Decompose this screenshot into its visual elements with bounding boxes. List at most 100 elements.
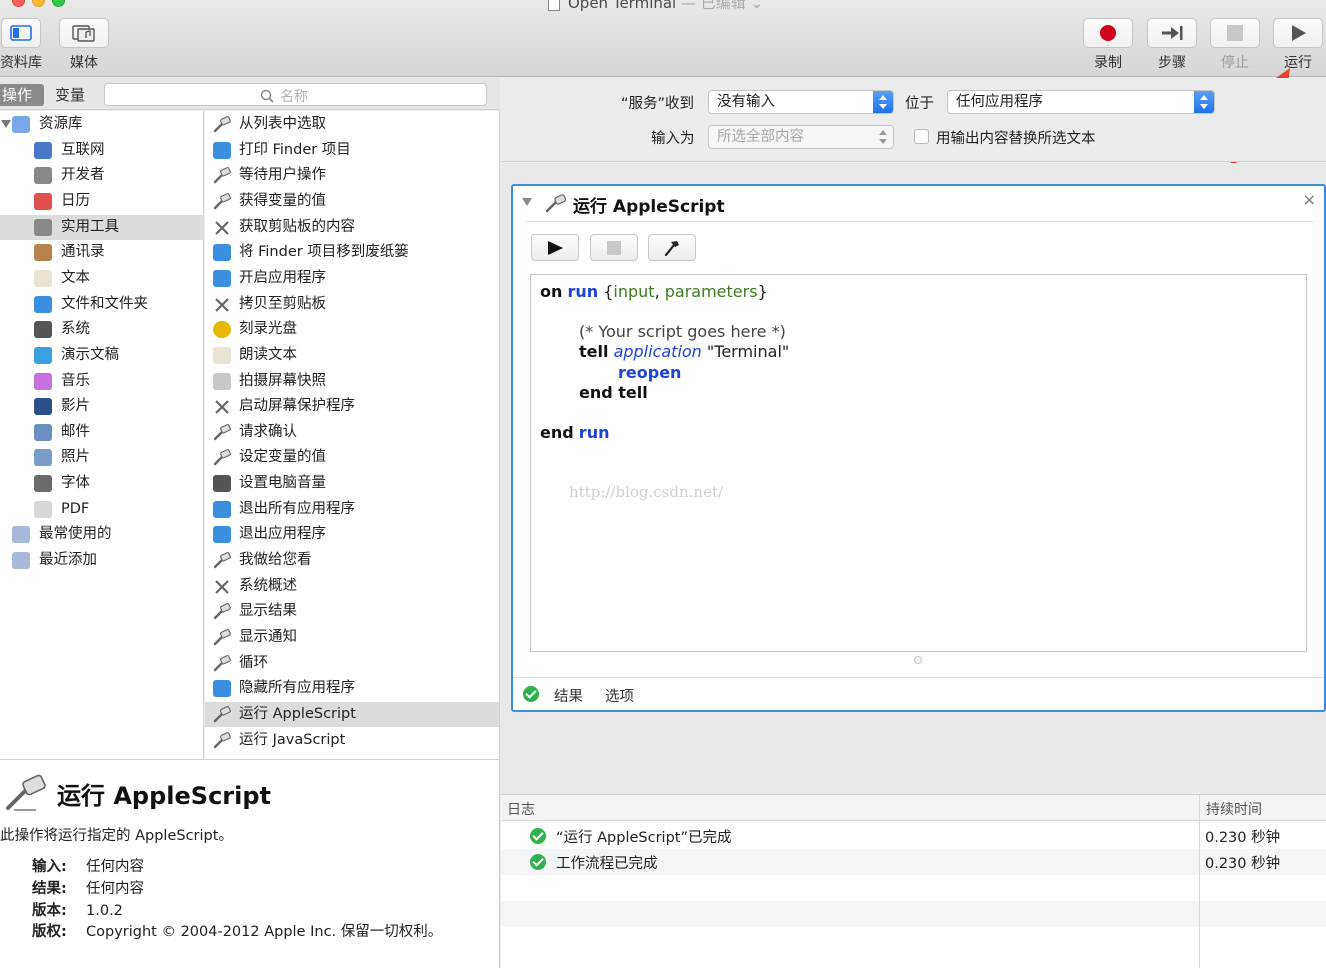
presentation-icon <box>34 346 52 364</box>
log-row[interactable]: 工作流程已完成 0.230 秒钟 <box>501 849 1326 875</box>
sidebar-item[interactable]: 日历 <box>0 189 204 214</box>
action-list: 从列表中选取 打印 Finder 项目 等待用户操作 获得变量的值 获取剪贴板的内容将 … <box>205 111 500 759</box>
action-description: 运行 AppleScript 此操作将运行指定的 AppleScript。 输入… <box>0 759 500 968</box>
library-button[interactable]: 资料库 <box>0 18 46 72</box>
input-is-select[interactable]: 所选全部内容 <box>708 125 894 149</box>
list-item[interactable]: 打印 Finder 项目 <box>205 138 499 163</box>
sidebar-item[interactable]: 音乐 <box>0 369 204 394</box>
action-card-run-applescript[interactable]: 运行 AppleScript × on run {input, paramete… <box>511 184 1326 712</box>
in-app-select[interactable]: 任何应用程序 <box>947 90 1215 114</box>
log-row[interactable] <box>501 901 1326 927</box>
tools-icon <box>34 167 52 185</box>
sidebar-item[interactable]: 系统 <box>0 317 204 342</box>
list-item[interactable]: 启动屏幕保护程序 <box>205 394 499 419</box>
step-button[interactable]: 步骤 <box>1146 18 1198 72</box>
zoom-window-button[interactable] <box>52 0 65 7</box>
list-item[interactable]: 开启应用程序 <box>205 266 499 291</box>
sidebar-item[interactable]: 演示文稿 <box>0 343 204 368</box>
list-item[interactable]: 隐藏所有应用程序 <box>205 676 499 701</box>
sidebar-item[interactable]: 最近添加 <box>0 548 204 573</box>
tab-actions[interactable]: 操作 <box>0 84 44 106</box>
duration-column-header[interactable]: 持续时间 <box>1206 799 1262 819</box>
minimize-window-button[interactable] <box>32 0 45 7</box>
record-button[interactable]: 录制 <box>1082 18 1134 72</box>
search-input[interactable]: 名称 <box>104 83 487 106</box>
close-window-button[interactable] <box>12 0 25 7</box>
results-toggle[interactable]: 结果 <box>554 685 583 706</box>
sidebar-item[interactable]: 实用工具 <box>0 214 204 240</box>
sidebar-item[interactable]: 影片 <box>0 394 204 419</box>
list-item[interactable]: 请求确认 <box>205 420 499 445</box>
sidebar-item[interactable]: 资源库 <box>0 112 204 137</box>
list-item[interactable]: 将 Finder 项目移到废纸篓 <box>205 240 499 265</box>
chevron-updown-icon <box>1194 91 1214 113</box>
list-item[interactable]: 获得变量的值 <box>205 189 499 214</box>
list-item[interactable]: 拷贝至剪贴板 <box>205 292 499 317</box>
log-row[interactable] <box>501 875 1326 901</box>
list-item[interactable]: 朗读文本 <box>205 343 499 368</box>
script-editor[interactable]: on run {input, parameters} (* Your scrip… <box>530 274 1307 652</box>
list-item[interactable]: 从列表中选取 <box>205 112 499 137</box>
options-toggle[interactable]: 选项 <box>605 685 634 706</box>
success-check-icon <box>523 686 539 702</box>
toolbar: Open Terminal — 已编辑 ⌄ 资料库 媒体 录制 步骤 停止 运行 <box>0 0 1326 77</box>
media-button[interactable]: 媒体 <box>58 18 110 72</box>
tab-variables[interactable]: 变量 <box>55 84 85 106</box>
automator-icon <box>213 423 231 441</box>
list-item[interactable]: 获取剪贴板的内容 <box>205 215 499 240</box>
log-row[interactable] <box>501 927 1326 953</box>
step-icon <box>1147 18 1197 48</box>
description-copyright-row: 版权: Copyright © 2004-2012 Apple Inc. 保留一切… <box>32 924 443 940</box>
script-run-button[interactable] <box>531 234 579 261</box>
code-line: reopen <box>618 363 682 382</box>
script-stop-button[interactable] <box>590 234 638 261</box>
description-result-row: 结果: 任何内容 <box>32 881 144 897</box>
script-compile-button[interactable] <box>648 234 696 261</box>
description-version-row: 版本: 1.0.2 <box>32 903 123 919</box>
sidebar-item[interactable]: 开发者 <box>0 163 204 188</box>
automator-icon <box>213 552 231 569</box>
list-item[interactable]: 运行 JavaScript <box>205 728 499 753</box>
list-item[interactable]: 设置电脑音量 <box>205 471 499 496</box>
list-item[interactable]: 退出所有应用程序 <box>205 497 499 522</box>
sidebar-item[interactable]: 最常使用的 <box>0 522 204 547</box>
sidebar-item[interactable]: 互联网 <box>0 138 204 163</box>
log-column-header[interactable]: 日志 <box>507 799 535 819</box>
sidebar-item[interactable]: 照片 <box>0 445 204 470</box>
automator-icon <box>213 116 231 133</box>
column-divider[interactable] <box>1199 795 1200 968</box>
resize-handle[interactable] <box>914 656 922 664</box>
list-item[interactable]: 运行 AppleScript <box>205 701 499 727</box>
sidebar-item[interactable]: 字体 <box>0 471 204 496</box>
list-item[interactable]: 显示通知 <box>205 625 499 650</box>
sidebar-item[interactable]: 通讯录 <box>0 240 204 265</box>
sidebar-item[interactable]: 邮件 <box>0 420 204 445</box>
divider <box>513 677 1324 678</box>
sidebar-item[interactable]: PDF <box>0 497 204 522</box>
text-icon <box>34 269 52 287</box>
list-item[interactable]: 刻录光盘 <box>205 317 499 342</box>
service-receives-select[interactable]: 没有输入 <box>708 90 894 114</box>
list-item[interactable]: 显示结果 <box>205 599 499 624</box>
screenshot-icon <box>213 372 231 390</box>
smart-folder-icon <box>12 526 30 544</box>
search-icon <box>260 89 274 103</box>
list-item[interactable]: 设定变量的值 <box>205 445 499 470</box>
disclosure-triangle-icon[interactable] <box>522 198 532 206</box>
list-item[interactable]: 我做给您看 <box>205 548 499 573</box>
list-item[interactable]: 系统概述 <box>205 574 499 599</box>
list-item[interactable]: 等待用户操作 <box>205 163 499 188</box>
sidebar-item[interactable]: 文本 <box>0 266 204 291</box>
log-row[interactable]: “运行 AppleScript”已完成 0.230 秒钟 <box>501 823 1326 849</box>
play-icon <box>548 240 563 255</box>
list-item[interactable]: 拍摄屏幕快照 <box>205 369 499 394</box>
list-item[interactable]: 退出应用程序 <box>205 522 499 547</box>
description-input-row: 输入: 任何内容 <box>32 859 144 875</box>
replace-selection-checkbox[interactable] <box>914 129 929 144</box>
sidebar-item[interactable]: 文件和文件夹 <box>0 292 204 317</box>
record-icon <box>1083 18 1133 48</box>
list-item[interactable]: 循环 <box>205 651 499 676</box>
close-icon[interactable]: × <box>1303 190 1316 209</box>
system-icon <box>213 475 231 493</box>
disclosure-triangle-icon[interactable] <box>1 120 11 128</box>
